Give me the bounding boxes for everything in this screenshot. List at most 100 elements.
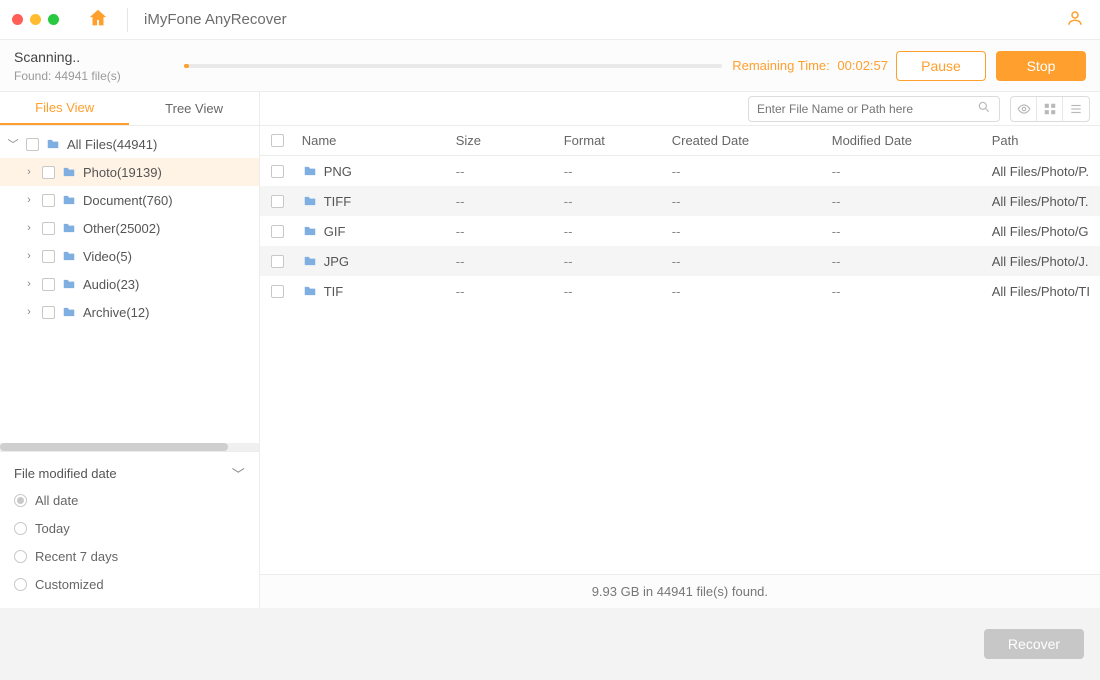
- row-name: TIFF: [324, 194, 351, 209]
- recover-button[interactable]: Recover: [984, 629, 1084, 659]
- home-icon[interactable]: [87, 7, 109, 32]
- status-text: 9.93 GB in 44941 file(s) found.: [592, 584, 768, 599]
- folder-icon: [302, 284, 318, 298]
- chevron-right-icon[interactable]: ›: [22, 194, 36, 206]
- filter-option[interactable]: Recent 7 days: [14, 542, 245, 570]
- row-checkbox[interactable]: [271, 225, 284, 238]
- filter-title: File modified date: [14, 466, 117, 481]
- scan-progress-fill: [184, 64, 189, 68]
- column-name[interactable]: Name: [296, 133, 456, 148]
- table-body: PNG--------All Files/Photo/P.TIFF-------…: [260, 156, 1100, 574]
- stop-button[interactable]: Stop: [996, 51, 1086, 81]
- tree-item-checkbox[interactable]: [42, 194, 55, 207]
- table-row[interactable]: TIF--------All Files/Photo/TI: [260, 276, 1100, 306]
- row-format: --: [564, 164, 672, 179]
- tree-root-checkbox[interactable]: [26, 138, 39, 151]
- divider: [127, 8, 128, 32]
- row-size: --: [456, 284, 564, 299]
- folder-icon: [61, 249, 77, 263]
- row-path: All Files/Photo/P.: [992, 164, 1100, 179]
- preview-toggle[interactable]: [1011, 97, 1037, 121]
- search-input-wrap[interactable]: [748, 96, 1000, 122]
- pause-button[interactable]: Pause: [896, 51, 986, 81]
- grid-view-button[interactable]: [1037, 97, 1063, 121]
- row-size: --: [456, 194, 564, 209]
- row-checkbox[interactable]: [271, 195, 284, 208]
- window-controls: [12, 14, 59, 25]
- tree-item[interactable]: ›Audio(23): [0, 270, 259, 298]
- table-row[interactable]: JPG--------All Files/Photo/J.: [260, 246, 1100, 276]
- column-created[interactable]: Created Date: [672, 133, 832, 148]
- column-path[interactable]: Path: [992, 133, 1100, 148]
- chevron-right-icon[interactable]: ›: [22, 166, 36, 178]
- row-checkbox[interactable]: [271, 255, 284, 268]
- tree-item[interactable]: ›Archive(12): [0, 298, 259, 326]
- row-path: All Files/Photo/G: [992, 224, 1100, 239]
- table-row[interactable]: GIF--------All Files/Photo/G: [260, 216, 1100, 246]
- user-icon[interactable]: [1066, 9, 1084, 30]
- row-format: --: [564, 254, 672, 269]
- tree-item-checkbox[interactable]: [42, 278, 55, 291]
- row-format: --: [564, 284, 672, 299]
- tree-item-label: Other(25002): [83, 221, 160, 236]
- row-created: --: [672, 254, 832, 269]
- row-created: --: [672, 194, 832, 209]
- chevron-right-icon[interactable]: ›: [22, 222, 36, 234]
- filter-header[interactable]: File modified date ﹀: [14, 460, 245, 486]
- filter-option-label: All date: [35, 493, 78, 508]
- tab-tree-view[interactable]: Tree View: [129, 92, 258, 125]
- radio-icon[interactable]: [14, 522, 27, 535]
- radio-icon[interactable]: [14, 578, 27, 591]
- tree-item-checkbox[interactable]: [42, 306, 55, 319]
- folder-icon: [61, 221, 77, 235]
- tree-item[interactable]: ›Document(760): [0, 186, 259, 214]
- chevron-right-icon[interactable]: ›: [22, 278, 36, 290]
- search-input[interactable]: [757, 102, 977, 116]
- row-path: All Files/Photo/TI: [992, 284, 1100, 299]
- select-all-checkbox[interactable]: [271, 134, 284, 147]
- titlebar: iMyFone AnyRecover: [0, 0, 1100, 40]
- column-modified[interactable]: Modified Date: [832, 133, 992, 148]
- filter-option[interactable]: Today: [14, 514, 245, 542]
- tree-root[interactable]: ﹀ All Files(44941): [0, 130, 259, 158]
- scan-progress: [184, 64, 722, 68]
- column-size[interactable]: Size: [456, 133, 564, 148]
- list-view-button[interactable]: [1063, 97, 1089, 121]
- radio-icon[interactable]: [14, 550, 27, 563]
- scan-found-count: Found: 44941 file(s): [14, 69, 184, 83]
- table-row[interactable]: TIFF--------All Files/Photo/T.: [260, 186, 1100, 216]
- scan-status: Scanning..: [14, 49, 184, 65]
- row-path: All Files/Photo/T.: [992, 194, 1100, 209]
- close-window-button[interactable]: [12, 14, 23, 25]
- row-checkbox[interactable]: [271, 165, 284, 178]
- row-path: All Files/Photo/J.: [992, 254, 1100, 269]
- filter-option[interactable]: All date: [14, 486, 245, 514]
- minimize-window-button[interactable]: [30, 14, 41, 25]
- table-row[interactable]: PNG--------All Files/Photo/P.: [260, 156, 1100, 186]
- row-checkbox[interactable]: [271, 285, 284, 298]
- tree-item-checkbox[interactable]: [42, 166, 55, 179]
- zoom-window-button[interactable]: [48, 14, 59, 25]
- radio-icon[interactable]: [14, 494, 27, 507]
- sidebar-scrollbar[interactable]: [0, 443, 259, 451]
- chevron-right-icon[interactable]: ›: [22, 250, 36, 262]
- filter-option-label: Recent 7 days: [35, 549, 118, 564]
- column-format[interactable]: Format: [564, 133, 672, 148]
- tree-item-checkbox[interactable]: [42, 222, 55, 235]
- tree-item-label: Photo(19139): [83, 165, 162, 180]
- chevron-right-icon[interactable]: ›: [22, 306, 36, 318]
- row-size: --: [456, 254, 564, 269]
- chevron-down-icon[interactable]: ﹀: [6, 136, 20, 152]
- tree-item[interactable]: › Photo(19139): [0, 158, 259, 186]
- row-name: GIF: [324, 224, 346, 239]
- tree-item[interactable]: ›Video(5): [0, 242, 259, 270]
- tree-item[interactable]: › Other(25002): [0, 214, 259, 242]
- search-icon[interactable]: [977, 100, 991, 117]
- tab-files-view[interactable]: Files View: [0, 92, 129, 125]
- filter-option[interactable]: Customized: [14, 570, 245, 598]
- tree-item-checkbox[interactable]: [42, 250, 55, 263]
- row-modified: --: [832, 164, 992, 179]
- folder-icon: [61, 193, 77, 207]
- row-size: --: [456, 224, 564, 239]
- statusbar: 9.93 GB in 44941 file(s) found.: [260, 574, 1100, 608]
